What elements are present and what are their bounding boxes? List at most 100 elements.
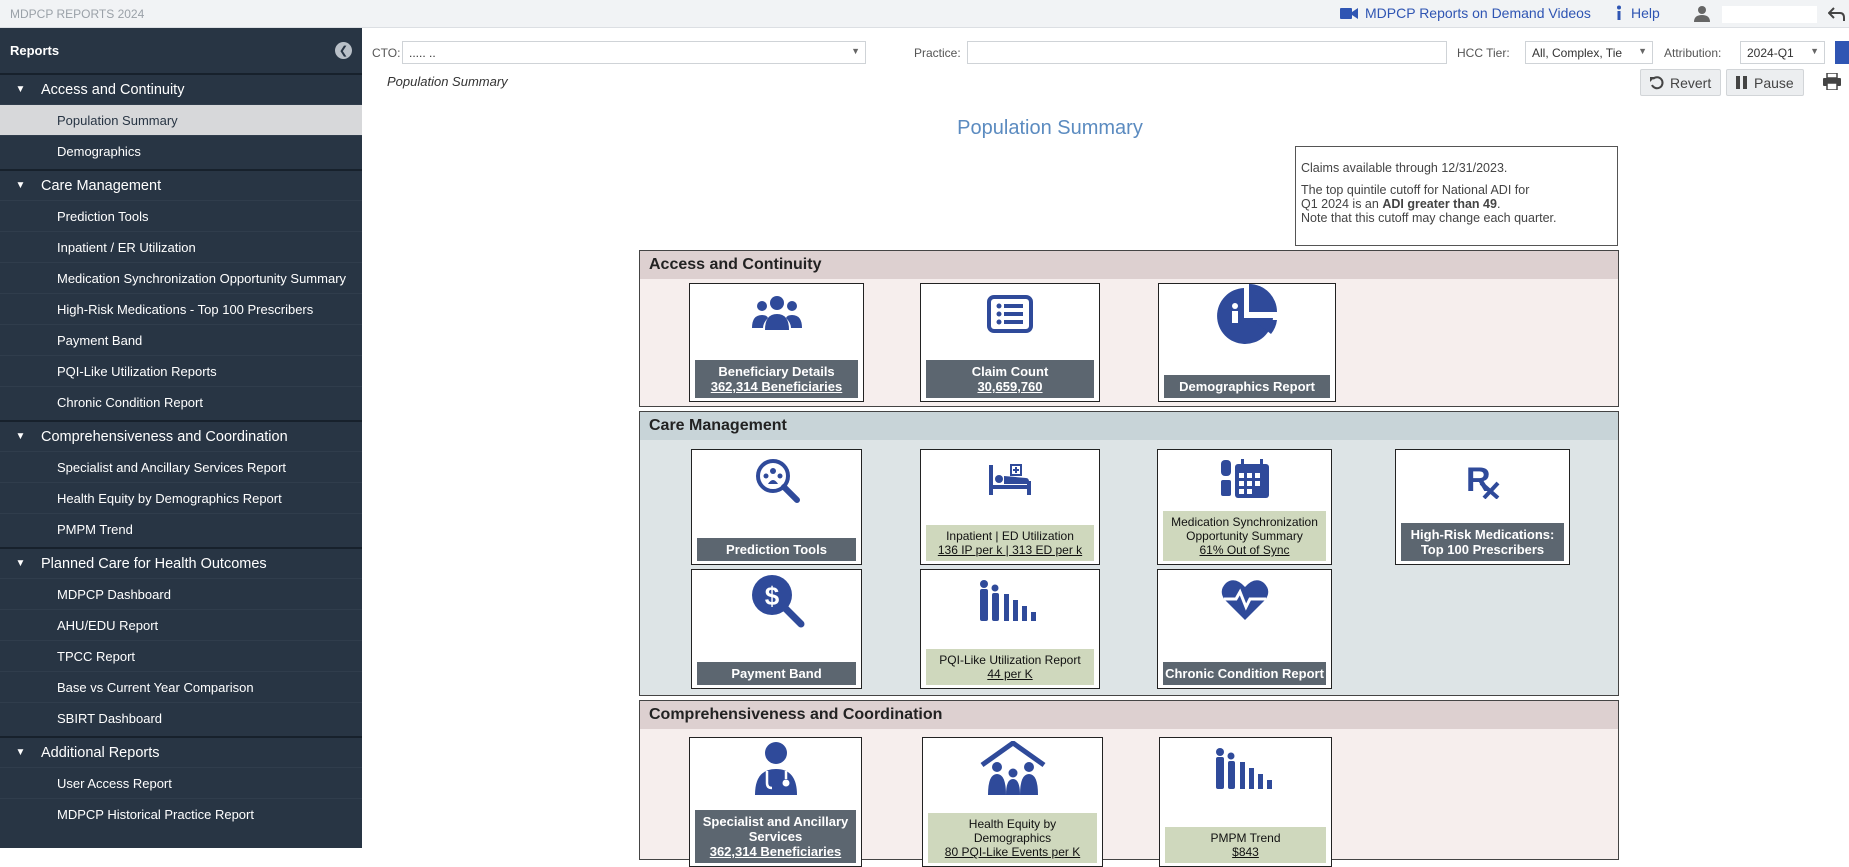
card-title: Medication Synchronization Opportunity S… bbox=[1171, 515, 1318, 543]
apply-button[interactable] bbox=[1835, 41, 1849, 64]
help-link[interactable]: Help bbox=[1614, 5, 1660, 21]
sidebar-group-header[interactable]: ▼ Access and Continuity bbox=[0, 75, 362, 104]
sidebar-group-planned-care-for-health-outcomes: ▼ Planned Care for Health Outcomes MDPCP D… bbox=[0, 547, 362, 736]
sidebar-group-header[interactable]: ▼ Comprehensiveness and Coordination bbox=[0, 422, 362, 451]
card-metric-link[interactable]: 362,314 Beneficiaries bbox=[697, 379, 856, 394]
adi-note-line2: Q1 2024 is an ADI greater than 49. bbox=[1301, 197, 1501, 211]
sidebar-item-base-vs-current-year-comparison[interactable]: Base vs Current Year Comparison bbox=[0, 671, 362, 702]
sidebar-item-pqi-like-utilization-reports[interactable]: PQI-Like Utilization Reports bbox=[0, 355, 362, 386]
cto-value: ..... .. bbox=[409, 46, 436, 60]
card-metric-link[interactable]: 30,659,760 bbox=[928, 379, 1092, 394]
hcc-tier-label: HCC Tier: bbox=[1457, 46, 1510, 60]
sidebar-item-payment-band[interactable]: Payment Band bbox=[0, 324, 362, 355]
help-label: Help bbox=[1631, 5, 1660, 21]
user-icon[interactable] bbox=[1694, 5, 1710, 22]
card-claim-count[interactable]: Claim Count 30,659,760 bbox=[920, 283, 1100, 402]
videos-label: MDPCP Reports on Demand Videos bbox=[1365, 5, 1591, 21]
card-metric-link[interactable]: 44 per K bbox=[928, 667, 1092, 681]
family-house-icon bbox=[923, 738, 1102, 798]
card-metric-link[interactable]: 61% Out of Sync bbox=[1165, 543, 1324, 557]
section-comprehensiveness-coordination: Comprehensiveness and Coordination Speci… bbox=[639, 700, 1619, 867]
sidebar-item-pmpm-trend[interactable]: PMPM Trend bbox=[0, 513, 362, 544]
sidebar-item-sbirt-dashboard[interactable]: SBIRT Dashboard bbox=[0, 702, 362, 733]
card-title: Prediction Tools bbox=[726, 542, 827, 557]
people-bars-icon bbox=[1160, 738, 1331, 798]
sidebar-group-header[interactable]: ▼ Care Management bbox=[0, 171, 362, 200]
revert-button[interactable]: Revert bbox=[1640, 69, 1722, 96]
pie-chart-icon bbox=[1159, 284, 1335, 344]
sidebar-item-ahu-edu-report[interactable]: AHU/EDU Report bbox=[0, 609, 362, 640]
card-label: Prediction Tools bbox=[697, 538, 856, 561]
card-title: Beneficiary Details bbox=[718, 364, 835, 379]
sidebar-item-health-equity-by-demographics-report[interactable]: Health Equity by Demographics Report bbox=[0, 482, 362, 513]
revert-label: Revert bbox=[1670, 74, 1712, 91]
sidebar-item-population-summary[interactable]: Population Summary bbox=[0, 104, 362, 135]
sidebar-item-specialist-and-ancillary-services-report[interactable]: Specialist and Ancillary Services Report bbox=[0, 451, 362, 482]
videos-link[interactable]: MDPCP Reports on Demand Videos bbox=[1340, 5, 1591, 21]
top-bar: MDPCP REPORTS 2024 MDPCP Reports on Dema… bbox=[0, 0, 1849, 28]
hcc-tier-select[interactable]: All, Complex, Tie ▼ bbox=[1525, 41, 1653, 64]
section-title: Comprehensiveness and Coordination bbox=[640, 701, 1618, 729]
section-title: Access and Continuity bbox=[640, 251, 1618, 279]
sidebar-item-inpatient-er-utilization[interactable]: Inpatient / ER Utilization bbox=[0, 231, 362, 262]
pause-button[interactable]: Pause bbox=[1726, 69, 1804, 96]
card-payment-band[interactable]: $ Payment Band bbox=[691, 569, 862, 689]
attribution-select[interactable]: 2024-Q1 ▼ bbox=[1740, 41, 1825, 64]
page-title: Population Summary bbox=[957, 117, 1143, 139]
chevron-down-icon: ▼ bbox=[1638, 46, 1647, 56]
cto-label: CTO: bbox=[372, 46, 401, 60]
card-inpatient-ed-utilization[interactable]: Inpatient | ED Utilization 136 IP per k |… bbox=[920, 449, 1100, 565]
sidebar-group-label: Additional Reports bbox=[41, 744, 160, 761]
sidebar-group-header[interactable]: ▼ Additional Reports bbox=[0, 738, 362, 767]
sidebar-item-mdpcp-dashboard[interactable]: MDPCP Dashboard bbox=[0, 578, 362, 609]
print-icon[interactable] bbox=[1823, 73, 1841, 90]
sidebar-title: Reports bbox=[10, 43, 60, 58]
sidebar-item-mdpcp-historical-practice-report[interactable]: MDPCP Historical Practice Report bbox=[0, 798, 362, 829]
card-metric-link[interactable]: 80 PQI-Like Events per K bbox=[930, 845, 1095, 859]
adi-threshold: ADI greater than 49 bbox=[1382, 197, 1497, 211]
caret-down-icon: ▼ bbox=[15, 180, 26, 191]
card-label: Demographics Report bbox=[1164, 375, 1330, 398]
sidebar-item-user-access-report[interactable]: User Access Report bbox=[0, 767, 362, 798]
card-beneficiary-details[interactable]: Beneficiary Details 362,314 Beneficiaries bbox=[689, 283, 864, 402]
card-metric-link[interactable]: 362,314 Beneficiaries bbox=[697, 844, 854, 859]
people-bars-icon bbox=[921, 570, 1099, 630]
card-metric-link[interactable]: $843 bbox=[1167, 845, 1324, 859]
sidebar-item-medication-synchronization-opportunity-summary[interactable]: Medication Synchronization Opportunity S… bbox=[0, 262, 362, 293]
card-demographics-report[interactable]: Demographics Report bbox=[1158, 283, 1336, 402]
sidebar-group-label: Care Management bbox=[41, 177, 162, 194]
card-medication-synchronization-opportunity-summary[interactable]: Medication Synchronization Opportunity S… bbox=[1157, 449, 1332, 565]
logout-icon[interactable] bbox=[1828, 6, 1845, 22]
practice-select[interactable] bbox=[967, 41, 1447, 64]
info-icon bbox=[1617, 5, 1621, 20]
pills-calendar-icon bbox=[1158, 450, 1331, 510]
card-label: Chronic Condition Report bbox=[1163, 662, 1326, 685]
doctor-icon bbox=[690, 738, 861, 798]
heartbeat-icon bbox=[1158, 570, 1331, 630]
sidebar-item-tpcc-report[interactable]: TPCC Report bbox=[0, 640, 362, 671]
sidebar-group-label: Comprehensiveness and Coordination bbox=[41, 428, 288, 445]
rx-icon: R bbox=[1396, 450, 1569, 510]
card-chronic-condition-report[interactable]: Chronic Condition Report bbox=[1157, 569, 1332, 689]
pause-label: Pause bbox=[1754, 74, 1794, 91]
sidebar-item-chronic-condition-report[interactable]: Chronic Condition Report bbox=[0, 386, 362, 417]
card-prediction-tools[interactable]: Prediction Tools bbox=[691, 449, 862, 565]
sidebar-item-demographics[interactable]: Demographics bbox=[0, 135, 362, 166]
card-pqi-like-utilization-report[interactable]: PQI-Like Utilization Report 44 per K bbox=[920, 569, 1100, 689]
sidebar-group-header[interactable]: ▼ Planned Care for Health Outcomes bbox=[0, 549, 362, 578]
card-title: Specialist and Ancillary Services bbox=[702, 814, 849, 844]
card-label: High-Risk Medications: Top 100 Prescribe… bbox=[1401, 523, 1564, 561]
hospital-bed-icon bbox=[921, 450, 1099, 510]
section-access-continuity: Access and Continuity Beneficiary Detail… bbox=[639, 250, 1619, 407]
card-high-risk-medications-top-100-prescribers[interactable]: R High-Risk Medications: Top 100 Prescrib… bbox=[1395, 449, 1570, 565]
sidebar-item-prediction-tools[interactable]: Prediction Tools bbox=[0, 200, 362, 231]
caret-down-icon: ▼ bbox=[15, 747, 26, 758]
collapse-sidebar-icon[interactable]: ❮ bbox=[335, 42, 352, 59]
card-metric-link[interactable]: 136 IP per k | 313 ED per k bbox=[928, 543, 1092, 557]
sidebar-item-high-risk-medications-top-100-prescribers[interactable]: High-Risk Medications - Top 100 Prescrib… bbox=[0, 293, 362, 324]
breadcrumb: Population Summary bbox=[387, 74, 508, 89]
chevron-down-icon: ▼ bbox=[851, 46, 860, 56]
sidebar-group-care-management: ▼ Care Management Prediction Tools Inpatien… bbox=[0, 169, 362, 420]
card-title: PMPM Trend bbox=[1210, 831, 1281, 845]
list-icon bbox=[921, 284, 1099, 344]
